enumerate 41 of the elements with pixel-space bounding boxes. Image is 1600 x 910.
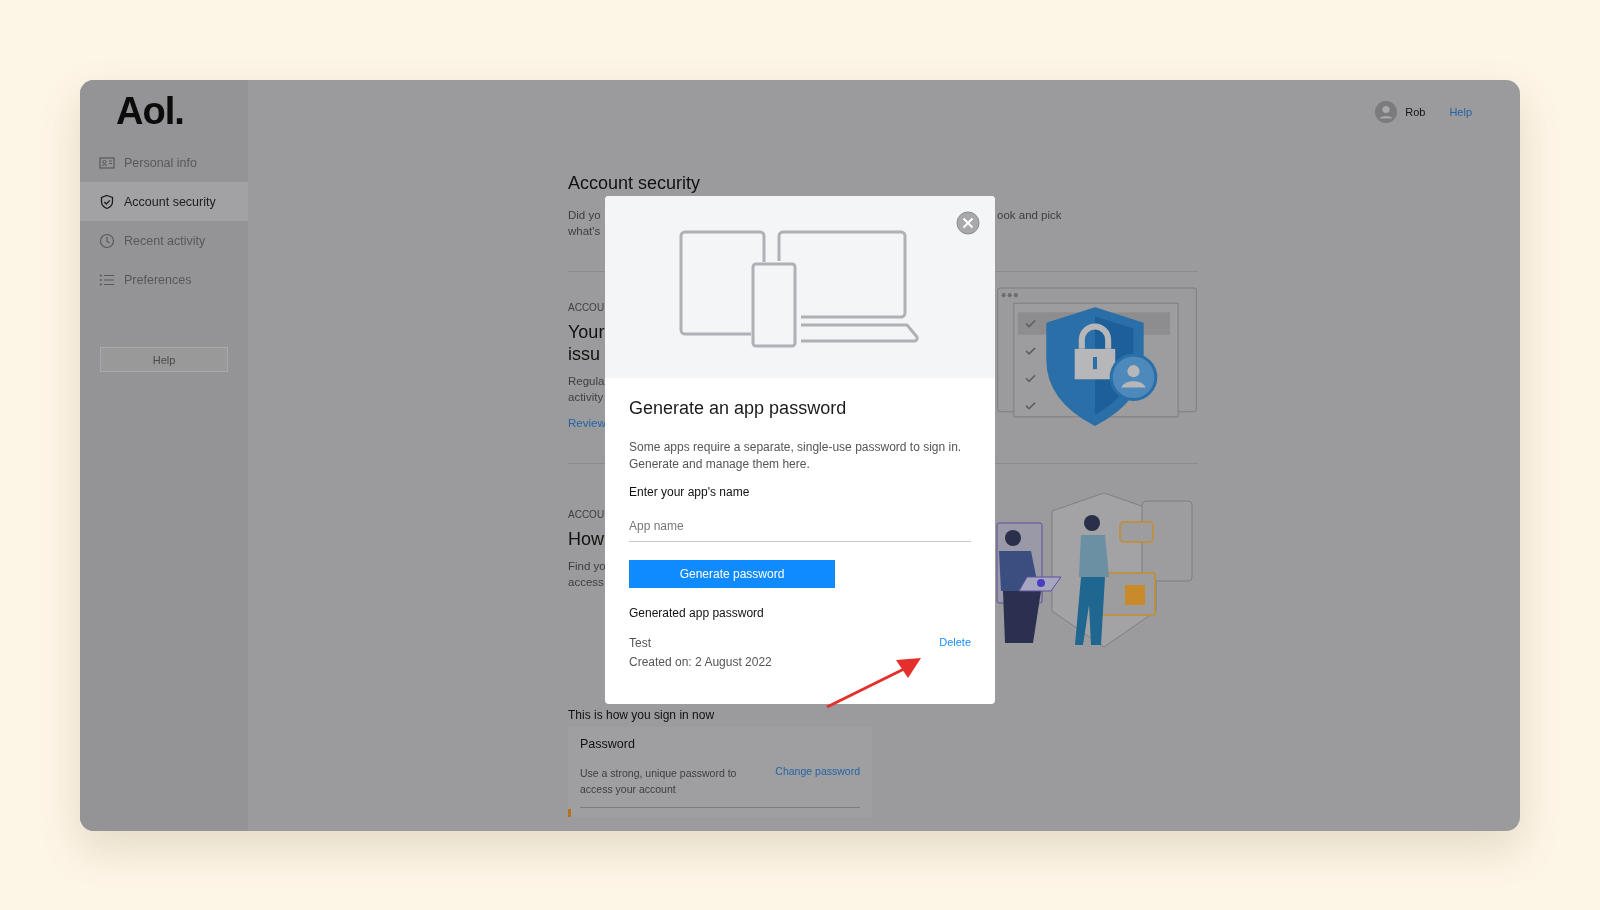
section-text: Find yo xyxy=(568,559,605,574)
section-text: activity xyxy=(568,390,605,405)
change-password-link[interactable]: Change password xyxy=(775,765,860,797)
accent-bar xyxy=(568,809,571,817)
close-button[interactable] xyxy=(956,211,980,235)
generated-heading: Generated app password xyxy=(629,606,765,620)
intro-text: what's xyxy=(568,224,602,239)
id-card-icon xyxy=(99,154,115,171)
sidebar-item[interactable]: Recent activity xyxy=(80,221,248,260)
section-title: issu xyxy=(568,343,601,365)
app-name-field[interactable]: App name xyxy=(629,515,971,542)
help-button[interactable]: Help xyxy=(100,347,228,372)
sign-in-heading: This is how you sign in now xyxy=(568,708,716,722)
intro-text: Did yo xyxy=(568,208,602,223)
shield-check-icon xyxy=(99,193,115,210)
review-link[interactable]: Review xyxy=(568,415,605,431)
created-date: Created on: 2 August 2022 xyxy=(629,654,772,671)
section-text: Regula xyxy=(568,374,605,389)
clock-icon xyxy=(99,232,115,249)
section-label: ACCOU xyxy=(568,509,605,520)
section-title: Your xyxy=(568,321,605,343)
avatar-icon[interactable] xyxy=(1375,100,1398,123)
section-label: ACCOU xyxy=(568,302,605,313)
field-label: Enter your app's name xyxy=(629,485,751,499)
card-title: Password xyxy=(580,737,636,751)
sidebar-item[interactable]: Account security xyxy=(80,182,248,221)
sidebar-item[interactable]: Preferences xyxy=(80,260,248,299)
section-text: access xyxy=(568,575,605,590)
delete-link[interactable]: Delete xyxy=(939,636,971,672)
generate-password-button[interactable]: Generate password xyxy=(629,560,835,588)
page-title: Account security xyxy=(568,173,702,195)
user-name[interactable]: Rob xyxy=(1405,105,1426,118)
section-title: How xyxy=(568,528,605,550)
sidebar-item[interactable]: Personal info xyxy=(80,143,248,182)
dialog-text: Some apps require a separate, single-use password to sign in. Generate and manage them here. xyxy=(629,439,963,473)
intro-text: ook and pick xyxy=(996,208,1063,223)
card-text: Use a strong, unique password to access your account xyxy=(580,766,738,797)
app-password-name: Test xyxy=(629,635,652,652)
logo: Aol. xyxy=(115,89,185,134)
dialog-title: Generate an app password xyxy=(629,398,848,419)
help-link[interactable]: Help xyxy=(1449,105,1472,118)
